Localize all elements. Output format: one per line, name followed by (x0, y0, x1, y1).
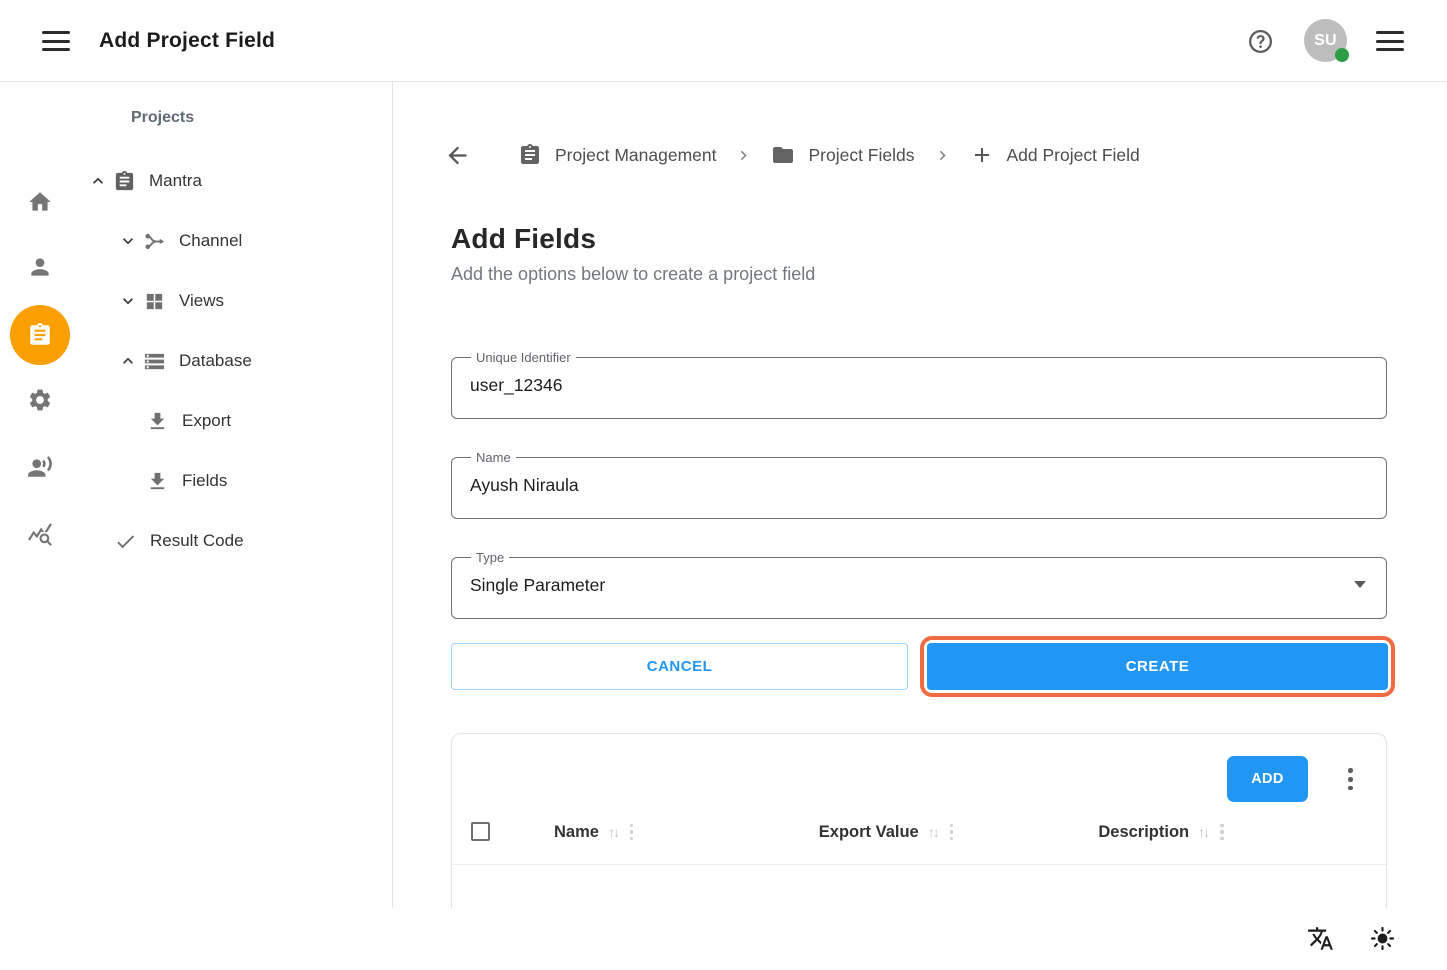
brightness-icon[interactable] (1369, 925, 1396, 952)
views-grid-icon (143, 290, 166, 313)
tree-item-views[interactable]: Views (80, 283, 391, 319)
clipboard-icon (518, 143, 542, 167)
main-content: Project Management Project Fields Add Pr… (394, 82, 1447, 908)
online-status-dot (1335, 48, 1349, 62)
sort-icon[interactable]: ↑↓ (928, 824, 938, 840)
table-kebab-menu-icon[interactable] (1348, 766, 1353, 793)
project-tree: Projects Mantra Channel Views Database E… (80, 82, 393, 908)
download-icon (146, 410, 169, 433)
options-table-card: ADD Name ↑↓ Export Value ↑↓ Description … (451, 733, 1387, 908)
back-icon[interactable] (444, 142, 471, 169)
unique-identifier-input[interactable] (470, 359, 1310, 411)
folder-icon (771, 143, 795, 167)
column-label: Description (1098, 823, 1189, 842)
collapse-icon[interactable] (118, 351, 138, 371)
tree-item-channel[interactable]: Channel (80, 223, 391, 259)
select-all-checkbox[interactable] (471, 822, 490, 841)
plus-icon (970, 143, 994, 167)
tree-item-label: Result Code (150, 531, 244, 551)
tree-item-export[interactable]: Export (80, 403, 391, 439)
home-icon[interactable] (27, 189, 53, 215)
tree-item-database[interactable]: Database (80, 343, 391, 379)
unique-identifier-field: Unique Identifier (451, 351, 1387, 419)
tree-item-label: Channel (179, 231, 242, 251)
column-menu-icon[interactable] (630, 822, 634, 842)
translate-icon[interactable] (1307, 925, 1334, 952)
nav-rail (0, 82, 80, 970)
sort-icon[interactable]: ↑↓ (608, 824, 618, 840)
app-bar: Add Project Field SU (0, 0, 1447, 82)
clipboard-icon (27, 322, 53, 348)
column-label: Name (554, 823, 599, 842)
breadcrumb-label: Add Project Field (1007, 145, 1140, 166)
column-header-name: Name ↑↓ (554, 820, 633, 844)
breadcrumb-item-project-management[interactable]: Project Management (518, 143, 716, 167)
tree-item-label: Fields (182, 471, 227, 491)
check-icon (114, 530, 137, 553)
cancel-button[interactable]: CANCEL (451, 643, 908, 690)
table-header-divider (452, 864, 1386, 865)
tree-item-label: Mantra (149, 171, 202, 191)
column-label: Export Value (819, 823, 919, 842)
column-menu-icon[interactable] (1220, 822, 1224, 842)
sort-icon[interactable]: ↑↓ (1198, 824, 1208, 840)
chevron-right-icon (734, 146, 753, 165)
tree-item-label: Export (182, 411, 231, 431)
tree-item-mantra[interactable]: Mantra (80, 163, 391, 199)
breadcrumb-item-add-project-field[interactable]: Add Project Field (970, 143, 1140, 167)
help-icon[interactable] (1247, 28, 1274, 55)
dropdown-arrow-icon (1354, 581, 1366, 588)
right-menu-icon[interactable] (1376, 31, 1404, 51)
type-field: Type (451, 551, 1387, 619)
name-field: Name (451, 451, 1387, 519)
analytics-icon[interactable] (27, 521, 53, 547)
tree-item-label: Database (179, 351, 252, 371)
channel-icon (143, 230, 166, 253)
expand-icon[interactable] (118, 291, 138, 311)
expand-icon[interactable] (118, 231, 138, 251)
clipboard-icon (113, 170, 136, 193)
section-heading: Add Fields (451, 223, 815, 255)
user-icon[interactable] (27, 254, 53, 280)
avatar-initials: SU (1314, 32, 1337, 50)
collapse-icon[interactable] (88, 171, 108, 191)
page-title: Add Project Field (99, 0, 275, 82)
chevron-right-icon (933, 146, 952, 165)
projects-nav-active[interactable] (10, 305, 70, 365)
create-button[interactable]: CREATE (927, 643, 1388, 690)
breadcrumb-item-project-fields[interactable]: Project Fields (771, 143, 914, 167)
breadcrumb-label: Project Management (555, 145, 716, 166)
breadcrumb-label: Project Fields (808, 145, 914, 166)
tree-item-label: Views (179, 291, 224, 311)
avatar[interactable]: SU (1304, 19, 1347, 62)
column-menu-icon[interactable] (950, 822, 954, 842)
tree-section-label: Projects (131, 109, 194, 127)
column-header-description: Description ↑↓ (1061, 820, 1261, 844)
tree-item-fields[interactable]: Fields (80, 463, 391, 499)
settings-icon[interactable] (27, 387, 53, 413)
tree-item-result-code[interactable]: Result Code (80, 523, 391, 559)
highlight-ring: CREATE (920, 636, 1395, 697)
voice-agent-icon[interactable] (27, 454, 53, 480)
add-option-button[interactable]: ADD (1227, 756, 1308, 802)
name-input[interactable] (470, 459, 1310, 511)
column-header-export-value: Export Value ↑↓ (786, 820, 986, 844)
section-subheading: Add the options below to create a projec… (451, 264, 815, 285)
type-select[interactable] (470, 559, 1310, 611)
menu-icon[interactable] (42, 31, 70, 51)
breadcrumb: Project Management Project Fields Add Pr… (444, 138, 1140, 172)
download-icon (146, 470, 169, 493)
database-icon (143, 350, 166, 373)
